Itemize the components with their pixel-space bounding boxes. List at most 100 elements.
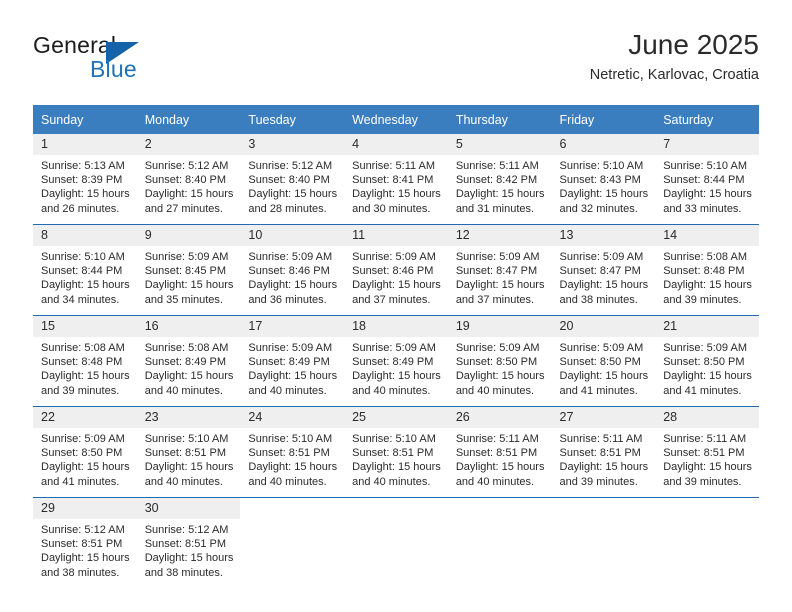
weekday-header-thursday: Thursday xyxy=(447,105,552,134)
sunrise-text: Sunrise: 5:11 AM xyxy=(663,433,747,445)
day-cell[interactable]: 13 Sunrise: 5:09 AM Sunset: 8:47 PM Dayl… xyxy=(551,224,656,316)
day-cell[interactable]: 4 Sunrise: 5:11 AM Sunset: 8:41 PM Dayli… xyxy=(344,134,448,225)
sunset-text: Sunset: 8:41 PM xyxy=(352,174,434,187)
sunrise-text: Sunrise: 5:10 AM xyxy=(352,433,436,445)
day-details: Sunrise: 5:09 AM Sunset: 8:50 PM Dayligh… xyxy=(33,428,137,489)
day-cell[interactable]: 9 Sunrise: 5:09 AM Sunset: 8:45 PM Dayli… xyxy=(136,224,241,316)
day-cell[interactable]: 14 Sunrise: 5:08 AM Sunset: 8:48 PM Dayl… xyxy=(655,224,759,316)
day-cell[interactable]: 20 Sunrise: 5:09 AM Sunset: 8:50 PM Dayl… xyxy=(551,315,656,407)
week-row: 1 Sunrise: 5:13 AM Sunset: 8:39 PM Dayli… xyxy=(33,134,759,225)
day-number: 3 xyxy=(240,134,345,155)
day-cell-inner: 7 Sunrise: 5:10 AM Sunset: 8:44 PM Dayli… xyxy=(655,134,759,224)
sunset-text: Sunset: 8:40 PM xyxy=(248,174,330,187)
day-details: Sunrise: 5:08 AM Sunset: 8:48 PM Dayligh… xyxy=(33,337,137,398)
day-details: Sunrise: 5:11 AM Sunset: 8:42 PM Dayligh… xyxy=(448,155,552,216)
day-cell[interactable]: 27 Sunrise: 5:11 AM Sunset: 8:51 PM Dayl… xyxy=(551,406,656,498)
day-cell[interactable]: 18 Sunrise: 5:09 AM Sunset: 8:49 PM Dayl… xyxy=(344,315,448,407)
daylight-text: Daylight: 15 hours and 39 minutes. xyxy=(559,461,649,488)
day-cell-inner: 26 Sunrise: 5:11 AM Sunset: 8:51 PM Dayl… xyxy=(447,407,552,497)
day-number: 21 xyxy=(655,316,759,337)
day-details: Sunrise: 5:11 AM Sunset: 8:51 PM Dayligh… xyxy=(552,428,656,489)
day-cell-inner xyxy=(655,498,759,588)
sunrise-text: Sunrise: 5:09 AM xyxy=(248,251,333,263)
location-subtitle: Netretic, Karlovac, Croatia xyxy=(589,67,759,83)
day-cell[interactable]: 7 Sunrise: 5:10 AM Sunset: 8:44 PM Dayli… xyxy=(655,134,759,225)
day-cell[interactable]: 29 Sunrise: 5:12 AM Sunset: 8:51 PM Dayl… xyxy=(33,497,137,588)
day-cell[interactable]: 5 Sunrise: 5:11 AM Sunset: 8:42 PM Dayli… xyxy=(447,134,552,225)
sunset-text: Sunset: 8:51 PM xyxy=(559,447,641,460)
day-cell-inner: 18 Sunrise: 5:09 AM Sunset: 8:49 PM Dayl… xyxy=(344,316,448,406)
day-cell[interactable]: 17 Sunrise: 5:09 AM Sunset: 8:49 PM Dayl… xyxy=(240,315,345,407)
sunset-text: Sunset: 8:51 PM xyxy=(41,538,123,551)
day-number: 13 xyxy=(551,225,656,246)
weekday-header-friday: Friday xyxy=(551,105,656,134)
day-cell-inner: 22 Sunrise: 5:09 AM Sunset: 8:50 PM Dayl… xyxy=(33,407,137,497)
day-number: 14 xyxy=(655,225,759,246)
day-number xyxy=(655,498,759,519)
sunrise-text: Sunrise: 5:10 AM xyxy=(663,160,747,172)
day-cell-inner: 5 Sunrise: 5:11 AM Sunset: 8:42 PM Dayli… xyxy=(447,134,552,224)
day-cell[interactable]: 1 Sunrise: 5:13 AM Sunset: 8:39 PM Dayli… xyxy=(33,134,137,225)
day-cell[interactable]: 2 Sunrise: 5:12 AM Sunset: 8:40 PM Dayli… xyxy=(136,134,241,225)
sunset-text: Sunset: 8:45 PM xyxy=(144,265,227,278)
page-title: June 2025 xyxy=(628,29,759,60)
daylight-text: Daylight: 15 hours and 39 minutes. xyxy=(41,370,130,397)
daylight-text: Daylight: 15 hours and 27 minutes. xyxy=(144,188,234,215)
day-cell[interactable]: 19 Sunrise: 5:09 AM Sunset: 8:50 PM Dayl… xyxy=(447,315,552,407)
day-cell[interactable]: 23 Sunrise: 5:10 AM Sunset: 8:51 PM Dayl… xyxy=(136,406,241,498)
daylight-text: Daylight: 15 hours and 28 minutes. xyxy=(248,188,338,215)
day-cell-inner: 15 Sunrise: 5:08 AM Sunset: 8:48 PM Dayl… xyxy=(33,316,137,406)
sunrise-text: Sunrise: 5:10 AM xyxy=(41,251,125,263)
day-cell[interactable]: 15 Sunrise: 5:08 AM Sunset: 8:48 PM Dayl… xyxy=(33,315,137,407)
day-number: 6 xyxy=(551,134,656,155)
day-cell[interactable]: 26 Sunrise: 5:11 AM Sunset: 8:51 PM Dayl… xyxy=(447,406,552,498)
day-cell[interactable]: 11 Sunrise: 5:09 AM Sunset: 8:46 PM Dayl… xyxy=(344,224,448,316)
page-header: General Blue June 2025 Netretic, Karlova… xyxy=(33,28,759,98)
day-cell[interactable]: 10 Sunrise: 5:09 AM Sunset: 8:46 PM Dayl… xyxy=(240,224,345,316)
day-cell[interactable]: 22 Sunrise: 5:09 AM Sunset: 8:50 PM Dayl… xyxy=(33,406,137,498)
day-cell[interactable]: 21 Sunrise: 5:09 AM Sunset: 8:50 PM Dayl… xyxy=(655,315,759,407)
day-cell[interactable]: 30 Sunrise: 5:12 AM Sunset: 8:51 PM Dayl… xyxy=(136,497,241,588)
day-details: Sunrise: 5:10 AM Sunset: 8:44 PM Dayligh… xyxy=(33,246,137,307)
daylight-text: Daylight: 15 hours and 38 minutes. xyxy=(559,279,649,306)
day-cell[interactable]: 12 Sunrise: 5:09 AM Sunset: 8:47 PM Dayl… xyxy=(447,224,552,316)
sunrise-text: Sunrise: 5:09 AM xyxy=(144,251,229,263)
day-cell[interactable]: 8 Sunrise: 5:10 AM Sunset: 8:44 PM Dayli… xyxy=(33,224,137,316)
day-number: 7 xyxy=(655,134,759,155)
day-number: 8 xyxy=(33,225,137,246)
day-details: Sunrise: 5:10 AM Sunset: 8:44 PM Dayligh… xyxy=(655,155,759,216)
day-cell[interactable]: 6 Sunrise: 5:10 AM Sunset: 8:43 PM Dayli… xyxy=(551,134,656,225)
sunset-text: Sunset: 8:51 PM xyxy=(455,447,538,460)
general-blue-logo[interactable]: General Blue xyxy=(33,32,233,88)
sunrise-text: Sunrise: 5:10 AM xyxy=(559,160,644,172)
day-cell-inner: 14 Sunrise: 5:08 AM Sunset: 8:48 PM Dayl… xyxy=(655,225,759,315)
day-cell-inner: 16 Sunrise: 5:08 AM Sunset: 8:49 PM Dayl… xyxy=(136,316,241,406)
sunset-text: Sunset: 8:49 PM xyxy=(248,356,330,369)
day-cell-inner: 27 Sunrise: 5:11 AM Sunset: 8:51 PM Dayl… xyxy=(551,407,656,497)
daylight-text: Daylight: 15 hours and 26 minutes. xyxy=(41,188,130,215)
sunrise-text: Sunrise: 5:11 AM xyxy=(352,160,436,172)
sunrise-text: Sunrise: 5:09 AM xyxy=(41,433,125,445)
sunset-text: Sunset: 8:51 PM xyxy=(144,538,227,551)
day-cell-inner: 17 Sunrise: 5:09 AM Sunset: 8:49 PM Dayl… xyxy=(240,316,345,406)
day-details: Sunrise: 5:08 AM Sunset: 8:48 PM Dayligh… xyxy=(655,246,759,307)
sunset-text: Sunset: 8:46 PM xyxy=(352,265,434,278)
day-cell[interactable]: 28 Sunrise: 5:11 AM Sunset: 8:51 PM Dayl… xyxy=(655,406,759,498)
day-cell[interactable]: 24 Sunrise: 5:10 AM Sunset: 8:51 PM Dayl… xyxy=(240,406,345,498)
sunset-text: Sunset: 8:50 PM xyxy=(41,447,123,460)
sunrise-text: Sunrise: 5:08 AM xyxy=(41,342,125,354)
day-cell[interactable]: 16 Sunrise: 5:08 AM Sunset: 8:49 PM Dayl… xyxy=(136,315,241,407)
day-details: Sunrise: 5:09 AM Sunset: 8:47 PM Dayligh… xyxy=(552,246,656,307)
daylight-text: Daylight: 15 hours and 38 minutes. xyxy=(144,552,234,579)
sunset-text: Sunset: 8:50 PM xyxy=(559,356,641,369)
daylight-text: Daylight: 15 hours and 38 minutes. xyxy=(41,552,130,579)
sunset-text: Sunset: 8:42 PM xyxy=(455,174,538,187)
day-cell[interactable]: 3 Sunrise: 5:12 AM Sunset: 8:40 PM Dayli… xyxy=(240,134,345,225)
day-cell[interactable]: 25 Sunrise: 5:10 AM Sunset: 8:51 PM Dayl… xyxy=(344,406,448,498)
day-details: Sunrise: 5:12 AM Sunset: 8:40 PM Dayligh… xyxy=(240,155,344,216)
calendar-page: General Blue June 2025 Netretic, Karlova… xyxy=(0,0,792,612)
day-details: Sunrise: 5:09 AM Sunset: 8:49 PM Dayligh… xyxy=(344,337,448,398)
day-details: Sunrise: 5:08 AM Sunset: 8:49 PM Dayligh… xyxy=(137,337,241,398)
sunset-text: Sunset: 8:47 PM xyxy=(559,265,641,278)
day-details: Sunrise: 5:09 AM Sunset: 8:50 PM Dayligh… xyxy=(448,337,552,398)
